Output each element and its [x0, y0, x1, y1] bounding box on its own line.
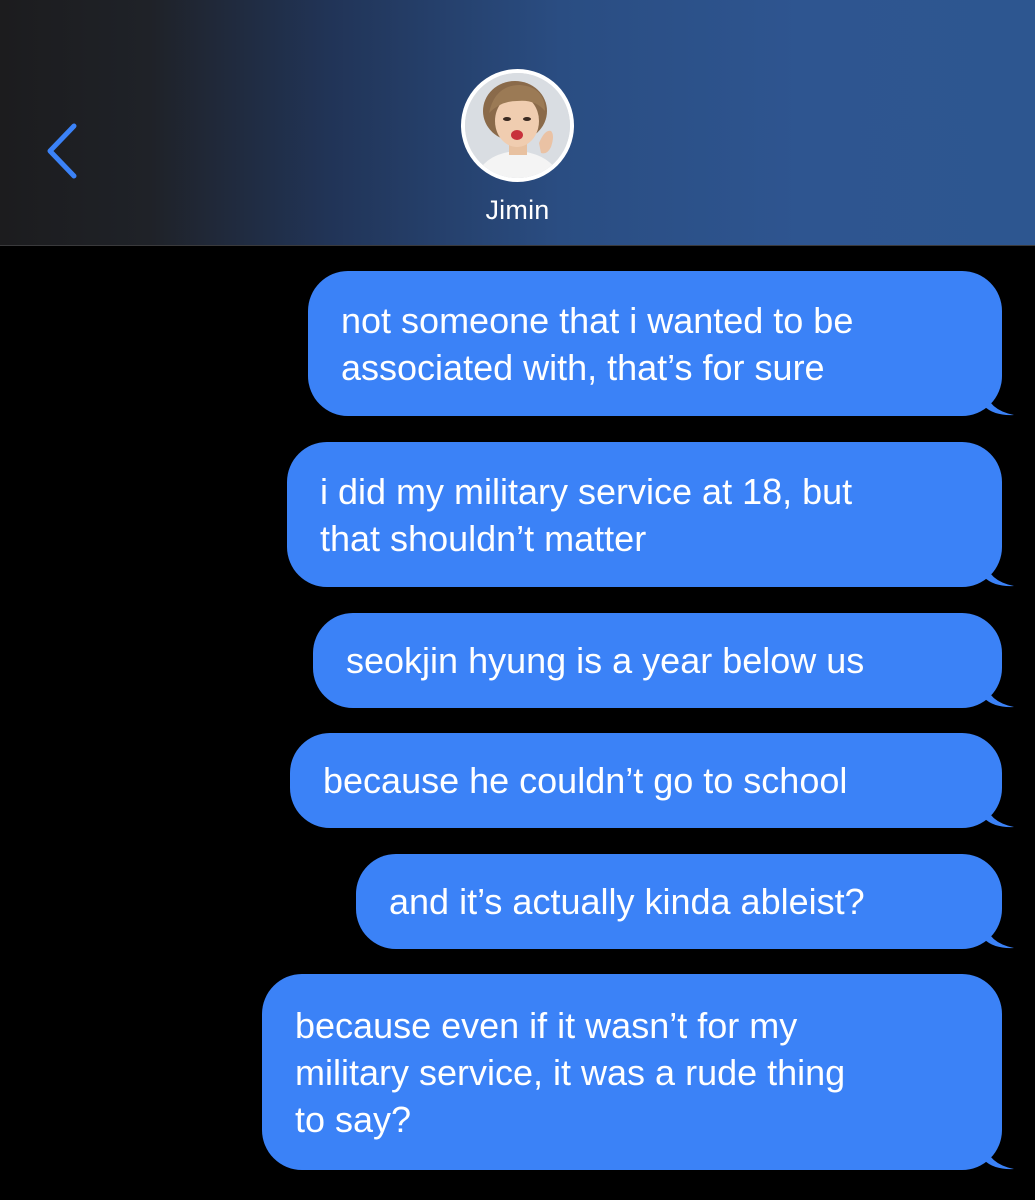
bubble-tail [984, 680, 1014, 708]
bubble-tail [984, 559, 1014, 587]
message-bubble[interactable]: because even if it wasn’t for my militar… [262, 974, 1014, 1170]
message-text: i did my military service at 18, but tha… [320, 470, 853, 559]
bubble-tail [984, 921, 1014, 949]
message-bubble[interactable]: i did my military service at 18, but tha… [287, 442, 1014, 587]
message-text: not someone that i wanted to be associat… [341, 299, 854, 388]
chevron-left-icon [47, 123, 77, 179]
back-button[interactable] [30, 110, 90, 190]
conversation-header: Jimin [0, 0, 1035, 246]
bubble-tail [984, 388, 1014, 416]
message-bubble[interactable]: and it’s actually kinda ableist? [356, 854, 1014, 949]
message-text: because even if it wasn’t for my militar… [295, 1004, 846, 1140]
message-text: because he couldn’t go to school [323, 760, 848, 801]
message-bubble[interactable]: not someone that i wanted to be associat… [308, 271, 1014, 416]
message-text: and it’s actually kinda ableist? [389, 881, 865, 922]
message-text: seokjin hyung is a year below us [346, 640, 865, 681]
message-bubble[interactable]: because he couldn’t go to school [290, 733, 1014, 828]
contact-name[interactable]: Jimin [0, 195, 1035, 226]
avatar-photo [465, 73, 570, 178]
message-bubble[interactable]: seokjin hyung is a year below us [313, 613, 1014, 708]
contact-avatar[interactable] [461, 69, 574, 182]
message-thread[interactable]: not someone that i wanted to be associat… [0, 247, 1035, 1200]
bubble-tail [984, 800, 1014, 828]
bubble-tail [984, 1142, 1014, 1170]
